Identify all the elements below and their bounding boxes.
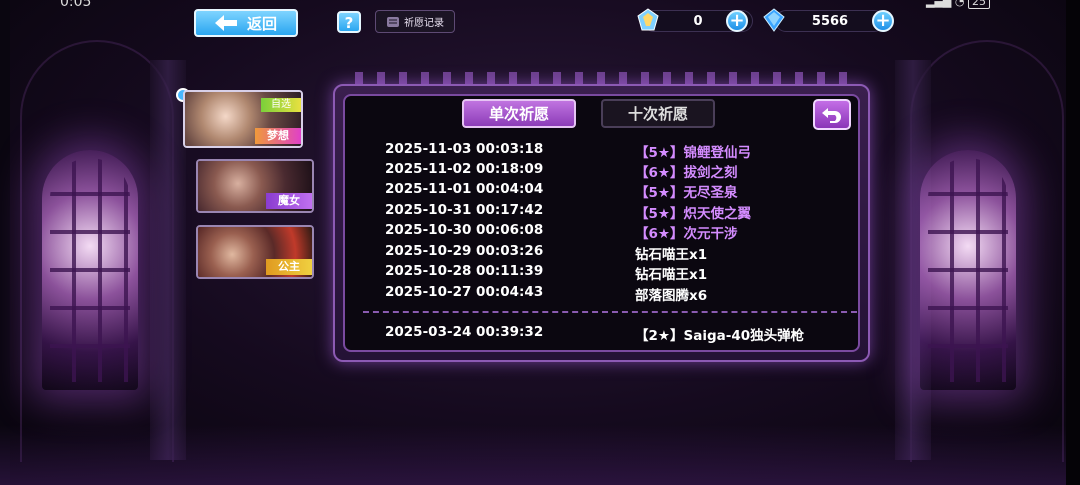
screen-edge-left bbox=[0, 0, 10, 485]
arrow-left-icon bbox=[214, 15, 237, 31]
pinned-record-item: 【2★】Saiga-40独头弹枪 bbox=[635, 328, 805, 344]
banner-dream-label: 梦想 bbox=[255, 128, 301, 144]
record-date: 2025-11-01 00:04:04 bbox=[385, 181, 544, 197]
blue-diamond-icon bbox=[763, 8, 785, 32]
help-button[interactable]: ? bbox=[337, 11, 361, 33]
record-item: 钻石喵王x1 bbox=[635, 267, 708, 283]
record-date: 2025-11-03 00:03:18 bbox=[385, 141, 544, 157]
record-item: 【6★】次元干涉 bbox=[635, 226, 738, 242]
record-item: 部落图腾x6 bbox=[635, 288, 708, 304]
back-button[interactable]: 返回 bbox=[194, 9, 298, 37]
add-prism-button[interactable]: + bbox=[726, 10, 748, 32]
signal-icon: ▂▄▆ bbox=[926, 0, 952, 8]
banner-dream-subtag: 自选 bbox=[261, 98, 301, 112]
status-icons: ▂▄▆ ◔ 25 bbox=[926, 0, 990, 9]
screen-edge-right bbox=[1066, 0, 1080, 485]
wish-record-button[interactable]: 祈愿记录 bbox=[375, 10, 455, 33]
floor-glow bbox=[0, 425, 1080, 485]
banner-princess[interactable]: 公主 bbox=[196, 225, 314, 279]
wish-record-label: 祈愿记录 bbox=[404, 18, 444, 29]
record-date: 2025-10-28 00:11:39 bbox=[385, 263, 544, 279]
scroll-icon bbox=[387, 16, 399, 27]
banner-witch[interactable]: 魔女 bbox=[196, 159, 314, 213]
currency-diamond-amount: 5566 bbox=[775, 10, 885, 32]
record-item: 【6★】拔剑之刻 bbox=[635, 165, 738, 181]
banner-princess-label: 公主 bbox=[266, 259, 312, 275]
record-date: 2025-10-30 00:06:08 bbox=[385, 222, 544, 238]
record-item: 【5★】无尽圣泉 bbox=[635, 185, 738, 201]
record-date: 2025-10-31 00:17:42 bbox=[385, 202, 544, 218]
banner-dream[interactable]: 自选 梦想 bbox=[183, 90, 303, 148]
stained-glass-window-left bbox=[42, 150, 138, 390]
back-button-label: 返回 bbox=[246, 14, 277, 33]
return-button[interactable] bbox=[813, 99, 851, 130]
add-diamond-button[interactable]: + bbox=[872, 10, 894, 32]
stained-glass-window-right bbox=[920, 150, 1016, 390]
tab-single-wish[interactable]: 单次祈愿 bbox=[462, 99, 576, 128]
battery-icon: 25 bbox=[968, 0, 990, 9]
record-item: 【5★】炽天使之翼 bbox=[635, 206, 751, 222]
record-item: 钻石喵王x1 bbox=[635, 247, 708, 263]
background-pillar-left bbox=[150, 60, 186, 460]
wifi-icon: ◔ bbox=[954, 0, 965, 8]
record-date: 2025-10-29 00:03:26 bbox=[385, 243, 544, 259]
record-date: 2025-10-27 00:04:43 bbox=[385, 284, 544, 300]
tab-ten-wish[interactable]: 十次祈愿 bbox=[601, 99, 715, 128]
record-item: 【5★】锦鲤登仙弓 bbox=[635, 145, 751, 161]
record-divider bbox=[363, 311, 857, 313]
status-time: 0:05 bbox=[60, 0, 92, 10]
undo-arrow-icon bbox=[822, 108, 841, 123]
banner-witch-label: 魔女 bbox=[266, 193, 312, 209]
prism-crystal-icon bbox=[637, 8, 659, 31]
pinned-record-date: 2025-03-24 00:39:32 bbox=[385, 324, 544, 340]
record-date: 2025-11-02 00:18:09 bbox=[385, 161, 544, 177]
